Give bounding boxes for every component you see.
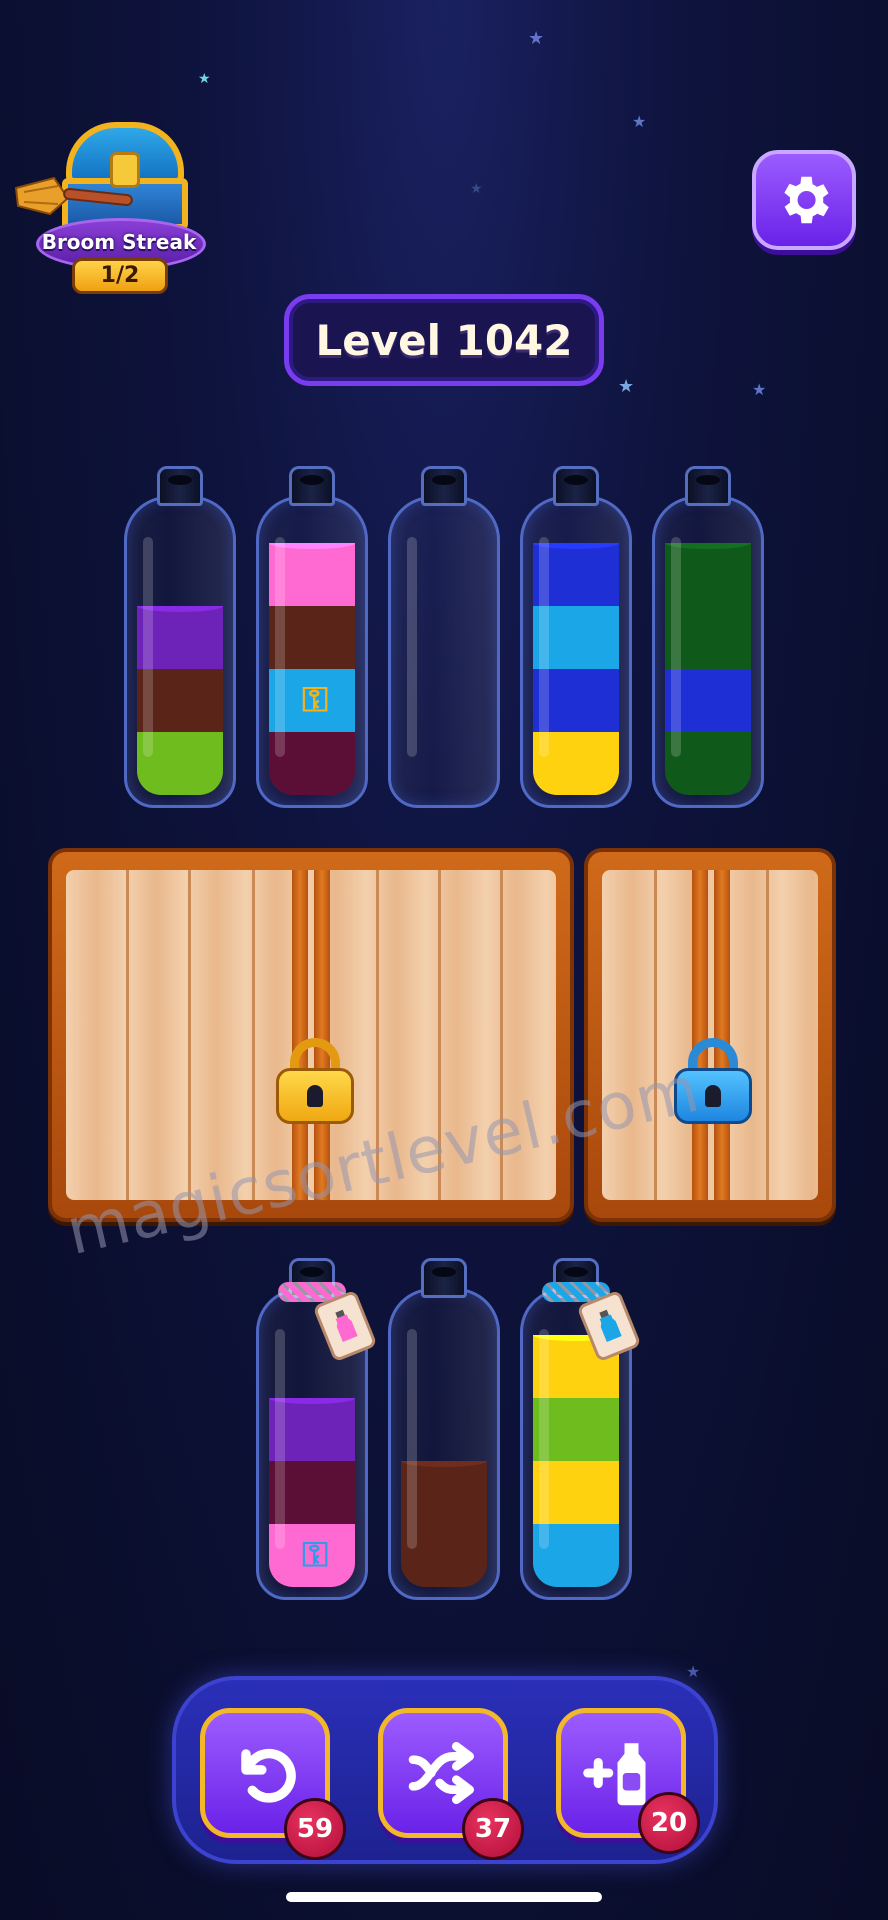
- bottle-neck: [289, 466, 335, 506]
- crate-strap: [714, 870, 730, 1200]
- shuffle-count: 37: [462, 1798, 524, 1860]
- bottle-glass: [388, 496, 500, 808]
- streak-count: 1/2: [72, 258, 168, 294]
- bottle-neck: [421, 1258, 467, 1298]
- bottle-glass: [124, 496, 236, 808]
- undo-icon: [241, 1748, 296, 1803]
- top-bottle-2[interactable]: ⚿: [256, 466, 368, 808]
- settings-button[interactable]: [752, 150, 856, 250]
- glass-shine: [275, 1329, 285, 1549]
- star-decoration: ★: [528, 28, 545, 49]
- star-decoration: ★: [198, 71, 211, 87]
- bottle-glass: [652, 496, 764, 808]
- crate-planks: [602, 870, 818, 1200]
- bottle-neck: [421, 466, 467, 506]
- glass-shine: [143, 537, 153, 757]
- top-bottle-3[interactable]: [388, 466, 500, 808]
- broom-streak-badge[interactable]: Broom Streak 1/2: [14, 118, 206, 308]
- bottle-neck: [685, 466, 731, 506]
- locked-crate-small[interactable]: [584, 848, 836, 1222]
- level-indicator: Level 1042: [284, 294, 604, 386]
- level-label: Level 1042: [315, 315, 573, 365]
- glass-shine: [407, 537, 417, 757]
- streak-label: Broom Streak: [41, 230, 197, 254]
- bottle-glass: [388, 1288, 500, 1600]
- bottom-bottle-3[interactable]: [520, 1258, 642, 1600]
- add-bottle-count: 20: [638, 1792, 700, 1854]
- star-decoration: ★: [470, 181, 483, 197]
- bottle-glass: ⚿: [256, 496, 368, 808]
- star-decoration: ★: [632, 112, 647, 131]
- gear-icon: [784, 176, 829, 224]
- bottle-neck: [157, 466, 203, 506]
- bottom-bottle-1[interactable]: ⚿: [256, 1258, 378, 1600]
- star-decoration: ★: [686, 1662, 701, 1681]
- glass-shine: [539, 537, 549, 757]
- shuffle-icon: [408, 1742, 474, 1804]
- crate-strap: [692, 870, 708, 1200]
- glass-shine: [275, 537, 285, 757]
- glass-shine: [671, 537, 681, 757]
- gold-padlock-icon: [276, 1038, 354, 1124]
- top-bottle-4[interactable]: [520, 466, 632, 808]
- bottle-neck: [553, 466, 599, 506]
- broom-icon: [14, 176, 133, 216]
- bottom-bottle-2[interactable]: [388, 1258, 500, 1600]
- top-bottle-5[interactable]: [652, 466, 764, 808]
- top-bottle-1[interactable]: [124, 466, 236, 808]
- bottle-glass: [520, 496, 632, 808]
- key-icon: ⚿: [302, 680, 328, 720]
- star-decoration: ★: [752, 380, 767, 399]
- key-icon: ⚿: [302, 1535, 328, 1575]
- undo-count: 59: [284, 1798, 346, 1860]
- star-decoration: ★: [618, 376, 635, 397]
- glass-shine: [407, 1329, 417, 1549]
- home-indicator: [286, 1892, 602, 1902]
- glass-shine: [539, 1329, 549, 1549]
